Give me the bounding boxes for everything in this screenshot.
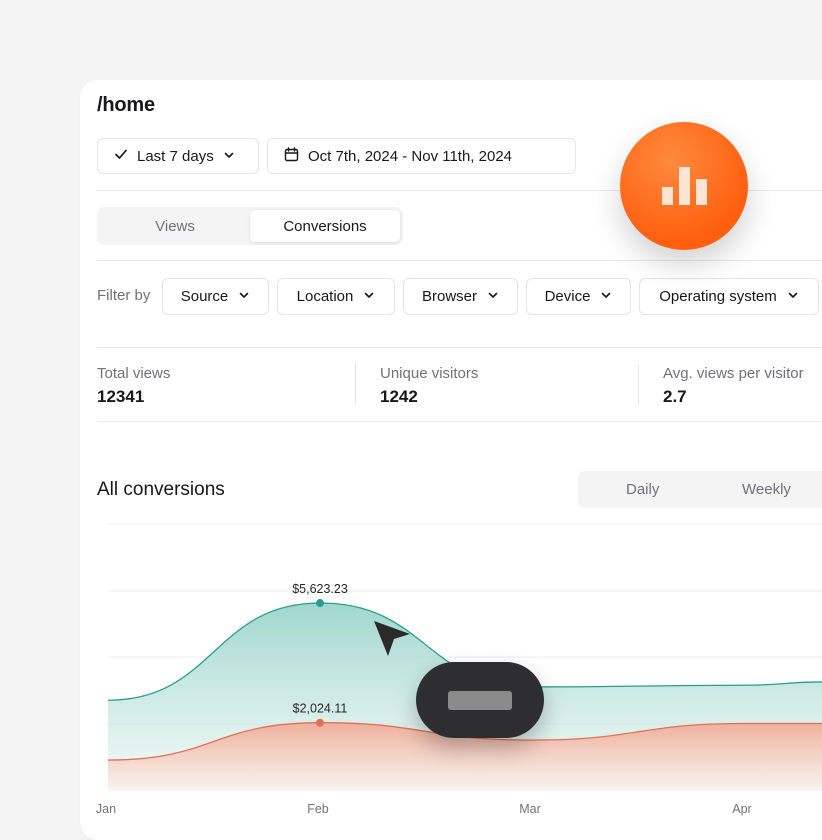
x-tick-label: Jan <box>96 802 116 816</box>
bar-chart-icon <box>662 167 707 205</box>
x-tick-label: Mar <box>519 802 541 816</box>
data-point <box>316 718 324 727</box>
data-point <box>316 599 324 608</box>
data-label: $2,024.11 <box>293 702 348 716</box>
pill-handle <box>448 690 512 710</box>
data-label: $5,623.23 <box>292 582 348 596</box>
floating-pill-button[interactable] <box>416 662 544 738</box>
cursor-arrow-icon <box>372 619 414 664</box>
x-tick-label: Feb <box>307 802 329 816</box>
analytics-fab-button[interactable] <box>620 122 748 250</box>
x-tick-label: Apr <box>732 802 751 816</box>
